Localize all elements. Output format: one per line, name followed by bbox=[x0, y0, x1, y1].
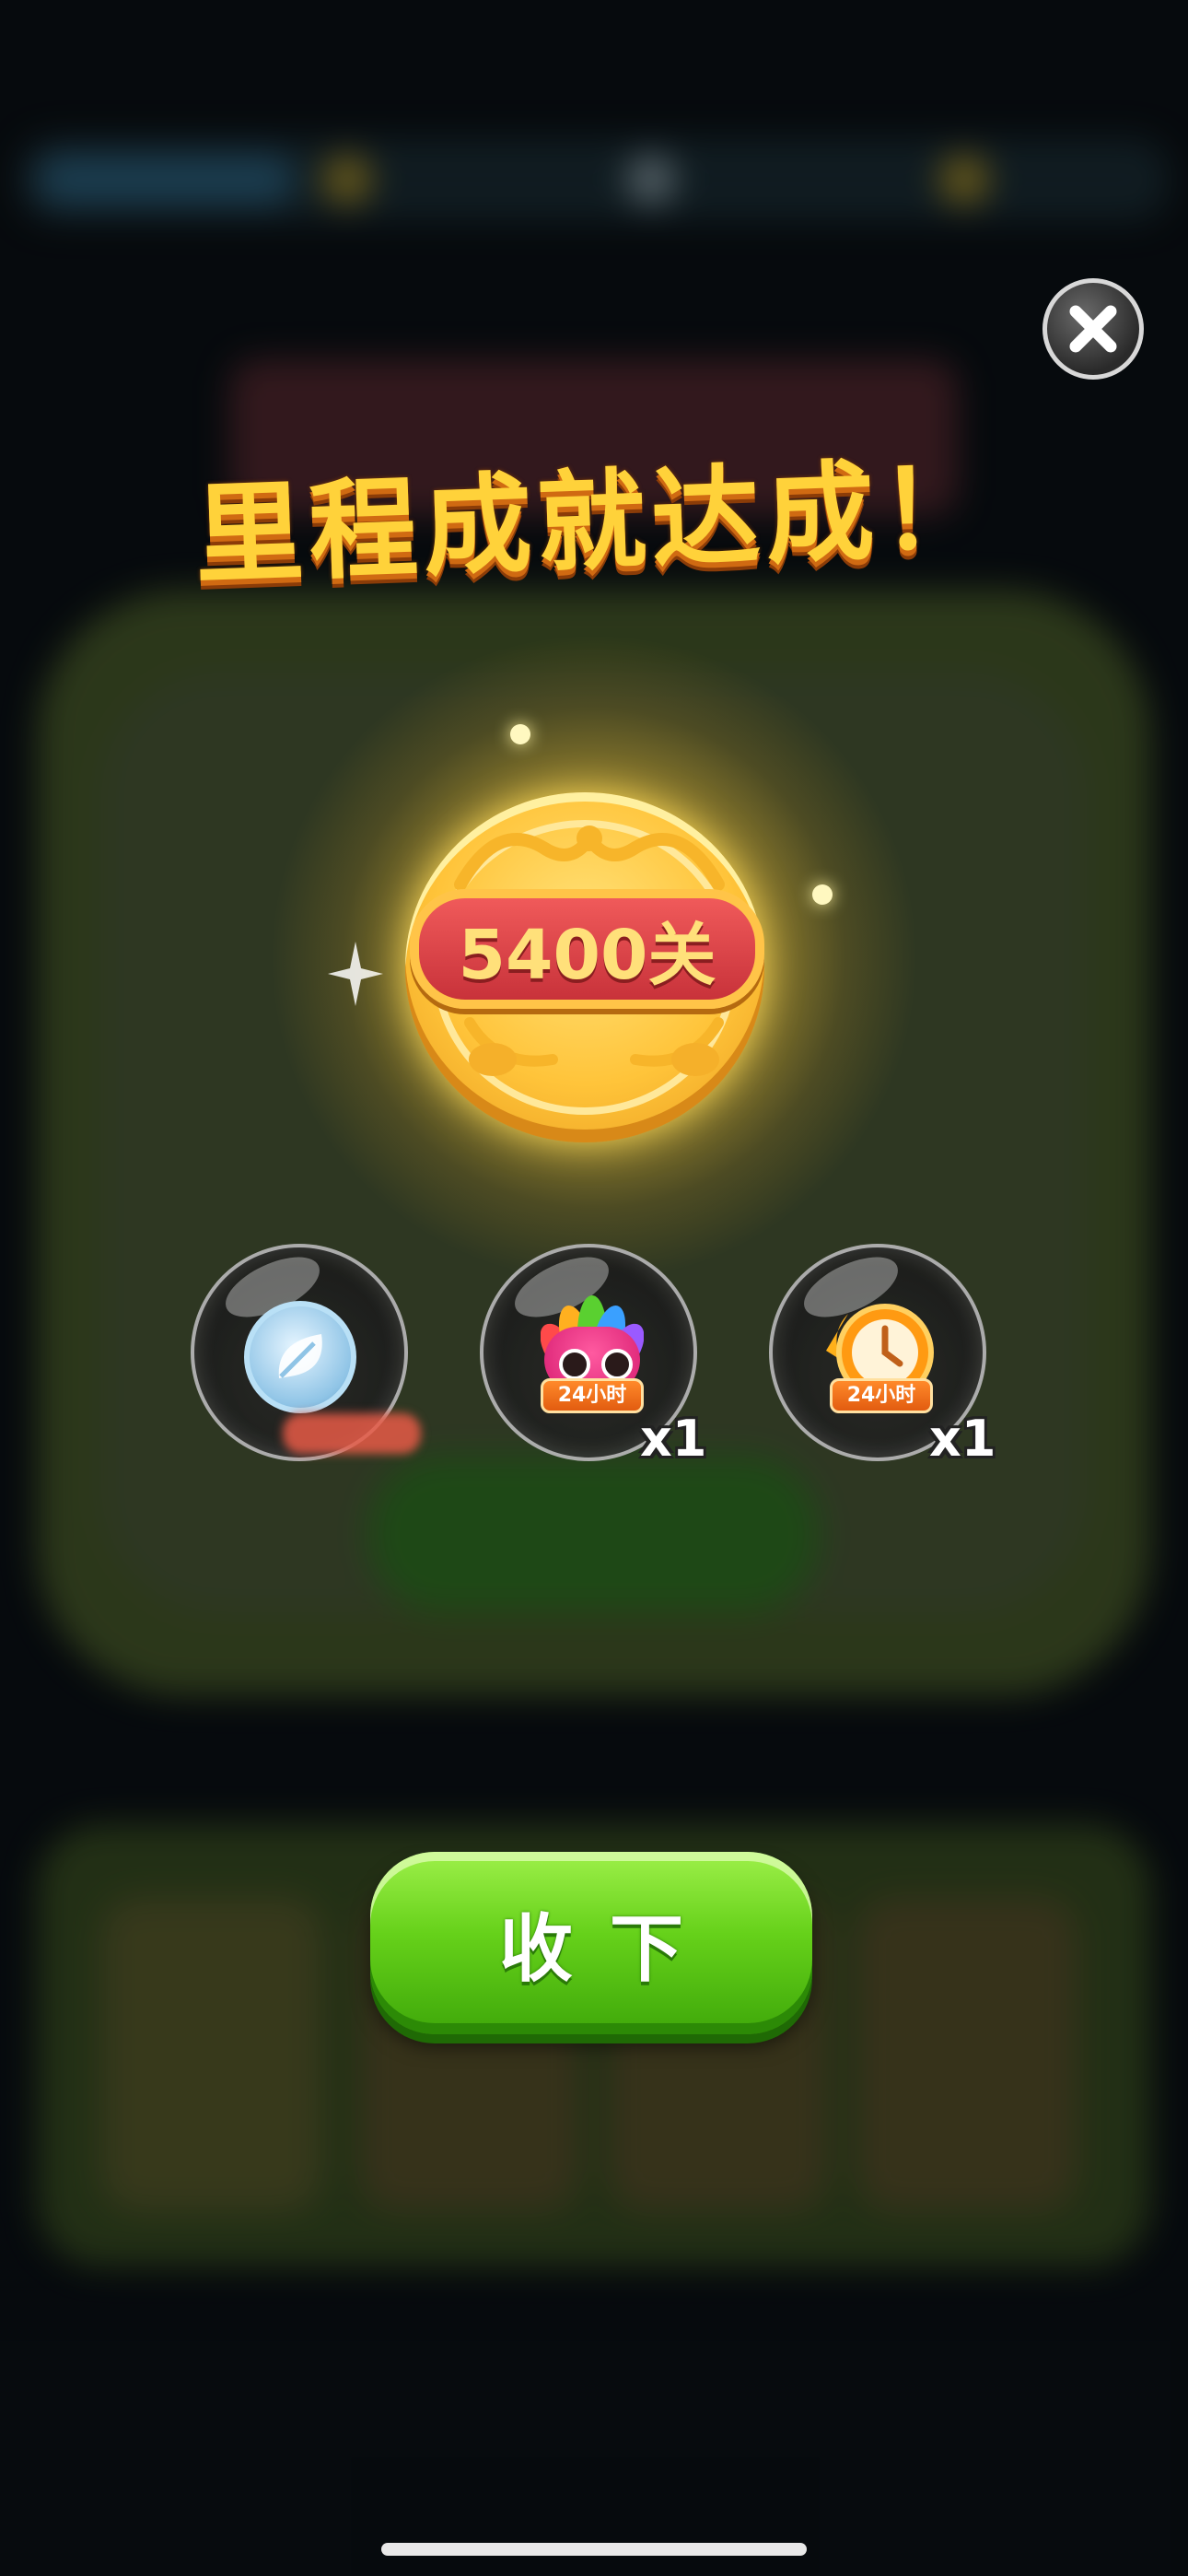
close-button[interactable] bbox=[1042, 278, 1144, 380]
close-icon bbox=[1069, 305, 1117, 353]
reward-quantity: x1 bbox=[640, 1410, 707, 1468]
reward-quantity: x1 bbox=[929, 1410, 996, 1468]
duration-tag: 24小时 bbox=[541, 1378, 644, 1413]
sparkle bbox=[812, 884, 833, 905]
reward-parrot-booster: 24小时 x1 bbox=[480, 1244, 706, 1468]
sparkle bbox=[510, 724, 530, 744]
collect-button[interactable]: 收下 bbox=[370, 1852, 812, 2034]
home-indicator[interactable] bbox=[381, 2543, 807, 2556]
sparkle-star-icon bbox=[328, 942, 383, 1006]
level-banner: 5400关 bbox=[410, 889, 764, 1009]
collect-button-label: 收下 bbox=[499, 1906, 720, 1992]
coin-amount-redacted bbox=[283, 1413, 421, 1454]
duration-tag: 24小时 bbox=[830, 1378, 933, 1413]
reward-clock-booster: 24小时 x1 bbox=[769, 1244, 996, 1468]
medal-leaves-icon bbox=[464, 1017, 724, 1076]
reward-coin bbox=[191, 1244, 421, 1461]
level-label: 5400关 bbox=[458, 915, 716, 995]
leaf-coin-icon bbox=[244, 1301, 356, 1413]
